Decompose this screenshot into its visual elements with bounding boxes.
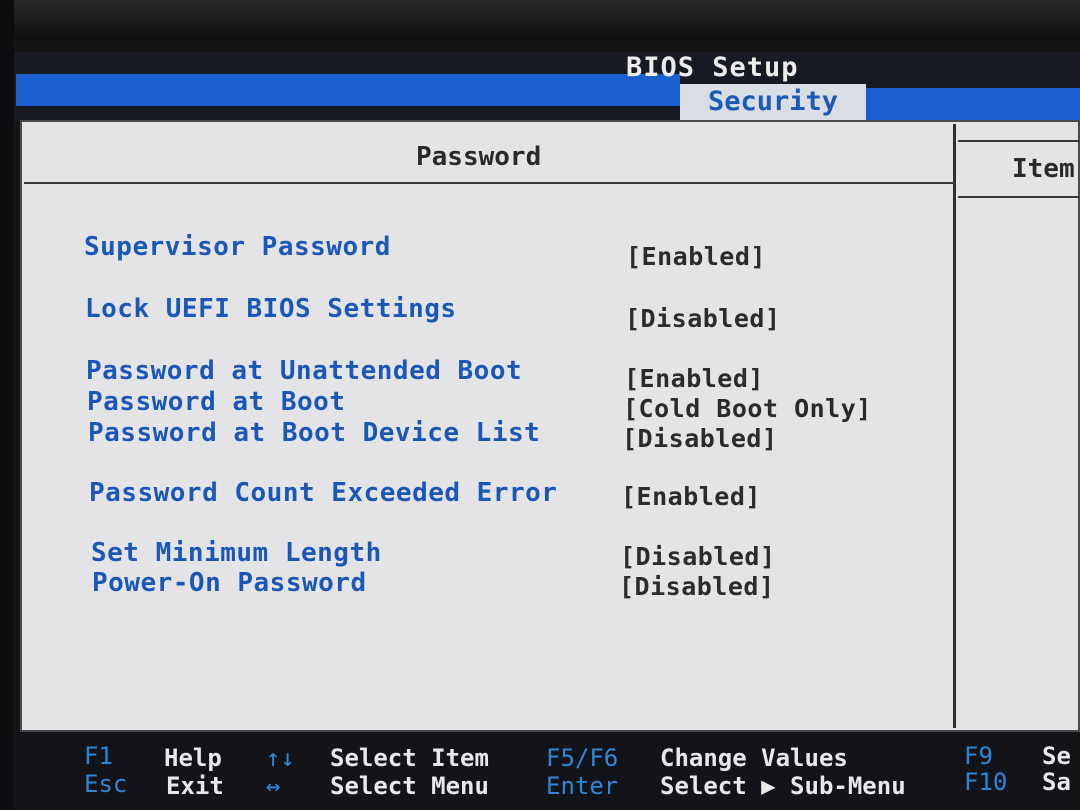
option-password-count-exceeded-error[interactable]: Password Count Exceeded Error <box>89 478 557 508</box>
value-supervisor-password[interactable]: [Enabled] <box>626 242 766 271</box>
key-enter: Enter <box>546 772 619 800</box>
bios-title: BIOS Setup <box>626 52 799 83</box>
key-leftright-desc: Select Menu <box>330 772 489 800</box>
option-lock-uefi-bios-settings[interactable]: Lock UEFI BIOS Settings <box>85 294 457 324</box>
key-f10: F10 <box>964 768 1008 796</box>
option-password-at-boot-device-list[interactable]: Password at Boot Device List <box>88 418 540 448</box>
key-f9-desc: Se <box>1042 742 1071 770</box>
value-set-minimum-length[interactable]: [Disabled] <box>620 542 776 571</box>
option-password-at-boot[interactable]: Password at Boot <box>87 387 345 417</box>
option-power-on-password[interactable]: Power-On Password <box>92 568 367 598</box>
key-esc-desc: Exit <box>166 772 224 800</box>
help-panel-title: Item <box>1012 154 1075 184</box>
key-f10-desc: Sa <box>1042 768 1071 796</box>
key-esc: Esc <box>84 770 128 798</box>
header-stripe-right <box>866 88 1080 124</box>
value-password-count-exceeded-error[interactable]: [Enabled] <box>621 482 761 511</box>
key-f1-desc: Help <box>164 744 222 772</box>
key-enter-desc: Select ▶ Sub-Menu <box>660 772 906 800</box>
option-set-minimum-length[interactable]: Set Minimum Length <box>91 538 382 568</box>
header-stripe-left <box>16 74 680 106</box>
tab-security[interactable]: Security <box>680 84 866 122</box>
leftright-arrows-icon: ↔ <box>266 772 281 800</box>
value-power-on-password[interactable]: [Disabled] <box>619 572 775 601</box>
key-f1: F1 <box>84 742 113 770</box>
key-f9: F9 <box>964 742 993 770</box>
value-password-at-boot[interactable]: [Cold Boot Only] <box>623 394 872 423</box>
bios-screen: BIOS Setup Security Password Item Superv… <box>0 0 1080 810</box>
monitor-bezel-left <box>0 0 14 810</box>
value-lock-uefi-bios-settings[interactable]: [Disabled] <box>625 304 781 333</box>
key-f5-f6-desc: Change Values <box>660 744 848 772</box>
panel-title-bar: Password <box>24 124 956 184</box>
help-panel-title-bar: Item <box>958 140 1080 198</box>
key-updown-desc: Select Item <box>330 744 489 772</box>
updown-arrows-icon: ↑↓ <box>266 744 295 772</box>
value-password-at-unattended-boot[interactable]: [Enabled] <box>624 364 764 393</box>
key-f5-f6: F5/F6 <box>546 744 619 772</box>
monitor-bezel-top <box>0 0 1080 40</box>
option-password-at-unattended-boot[interactable]: Password at Unattended Boot <box>86 356 522 386</box>
value-password-at-boot-device-list[interactable]: [Disabled] <box>622 424 778 453</box>
panel-title: Password <box>416 142 542 172</box>
option-supervisor-password[interactable]: Supervisor Password <box>84 232 391 262</box>
